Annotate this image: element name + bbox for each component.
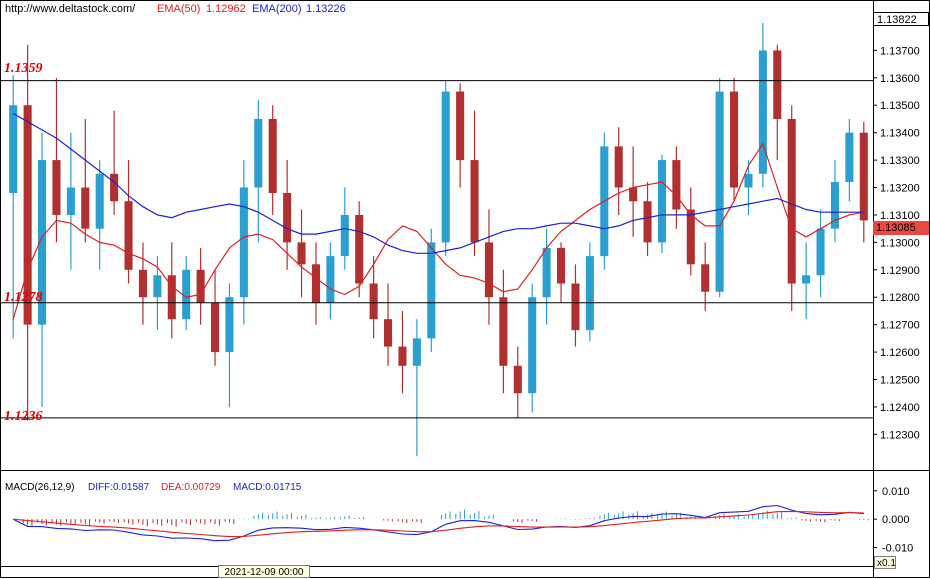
macd-diff-line [12, 504, 864, 542]
macd-axis-ticks: 0.010 0.000 -0.010 [873, 486, 913, 555]
candle-body [657, 160, 666, 243]
candle-body [643, 201, 652, 243]
candle-body [787, 118, 796, 284]
price-tick-label: 1.13300 [880, 155, 920, 167]
macd-tick-label: -0.010 [882, 543, 913, 555]
candle-body [124, 201, 133, 270]
candle-body [701, 264, 710, 292]
level-label-2: 1.1278 [4, 290, 43, 305]
macd-diff: DIFF:0.01587 [88, 482, 150, 493]
macd-value: MACD:0.01715 [233, 482, 302, 493]
candle-body [470, 160, 479, 243]
price-tick-label: 1.12800 [880, 292, 920, 304]
candle-body [369, 283, 378, 320]
candle-body [398, 346, 407, 366]
candle-body [52, 160, 61, 215]
macd-title: MACD(26,12,9) [5, 482, 75, 493]
candle-body [744, 173, 753, 188]
candle-body [441, 91, 450, 243]
candle-body [484, 242, 493, 298]
candle-body [715, 91, 724, 292]
candle-body [802, 275, 811, 284]
candle-body [571, 283, 580, 331]
price-tick-label: 1.13700 [880, 45, 920, 57]
candle-body [326, 256, 335, 303]
candle-body [758, 50, 767, 174]
time-cursor-label: 2021-12-09 00:00 [218, 565, 310, 578]
candle-body [254, 118, 263, 188]
candle-body [557, 247, 566, 284]
candle-body [225, 297, 234, 353]
level-label-1: 1.1359 [4, 61, 43, 76]
candle-body [95, 173, 104, 229]
candle-body [355, 214, 364, 284]
candle-body [672, 160, 681, 210]
candle-body [629, 187, 638, 202]
candles [9, 22, 868, 457]
candle-body [297, 242, 306, 265]
ema50-value: 1.12962 [206, 3, 246, 15]
candle-body [138, 269, 147, 298]
candle-body [456, 91, 465, 161]
candle-body [311, 264, 320, 303]
candle-body [66, 187, 75, 215]
price-tick-label: 1.12900 [880, 265, 920, 277]
candle-body [730, 91, 739, 188]
candle-body [614, 146, 623, 188]
candle-body [773, 50, 782, 119]
price-tick-label: 1.13400 [880, 128, 920, 140]
candle-body [845, 132, 854, 183]
price-tick-label: 1.12400 [880, 402, 920, 414]
price-tick-label: 1.12600 [880, 347, 920, 359]
price-tick-label: 1.12300 [880, 429, 920, 441]
macd-dea-line [13, 510, 864, 538]
ema200-label: EMA(200) [252, 3, 302, 15]
candle-body [239, 187, 248, 298]
macd-scale-box: x0.1 [874, 556, 896, 569]
price-tick-label: 1.13600 [880, 73, 920, 85]
candle-body [384, 319, 393, 347]
top-price-box: 1.13822 [873, 12, 929, 26]
price-tick-label: 1.13500 [880, 100, 920, 112]
price-tick-label: 1.12700 [880, 320, 920, 332]
candle-body [816, 228, 825, 276]
candle-body [859, 132, 868, 221]
candle-body [499, 297, 508, 366]
macd-dea: DEA:0.00729 [161, 482, 221, 493]
candle-body [340, 214, 349, 257]
candle-body [528, 297, 537, 394]
ema50-label: EMA(50) [157, 3, 201, 15]
macd-panel [12, 504, 869, 542]
candle-body [81, 187, 90, 229]
macd-tick-label: 0.000 [882, 514, 910, 526]
site-url[interactable]: http://www.deltastock.com/ [5, 3, 135, 15]
candle-body [211, 302, 220, 353]
level-label-3: 1.1236 [4, 409, 43, 424]
candle-body [110, 173, 119, 202]
candle-body [196, 269, 205, 303]
price-tick-label: 1.13000 [880, 237, 920, 249]
candle-body [9, 105, 18, 194]
current-price-box: 1.13085 [873, 221, 929, 235]
ema200-value: 1.13226 [306, 3, 346, 15]
candle-body [585, 256, 594, 331]
price-tick-label: 1.13200 [880, 183, 920, 195]
macd-tick-label: 0.010 [882, 486, 910, 498]
candle-body [412, 338, 421, 366]
candle-body [427, 242, 436, 339]
candle-body [283, 193, 292, 243]
price-tick-label: 1.12500 [880, 374, 920, 386]
candle-body [153, 275, 162, 298]
candle-body [542, 247, 551, 298]
candle-body [513, 365, 522, 394]
candle-body [268, 118, 277, 194]
price-axis-ticks: 1.12300 1.12400 1.12500 1.12600 1.12700 1.128… [873, 45, 920, 441]
